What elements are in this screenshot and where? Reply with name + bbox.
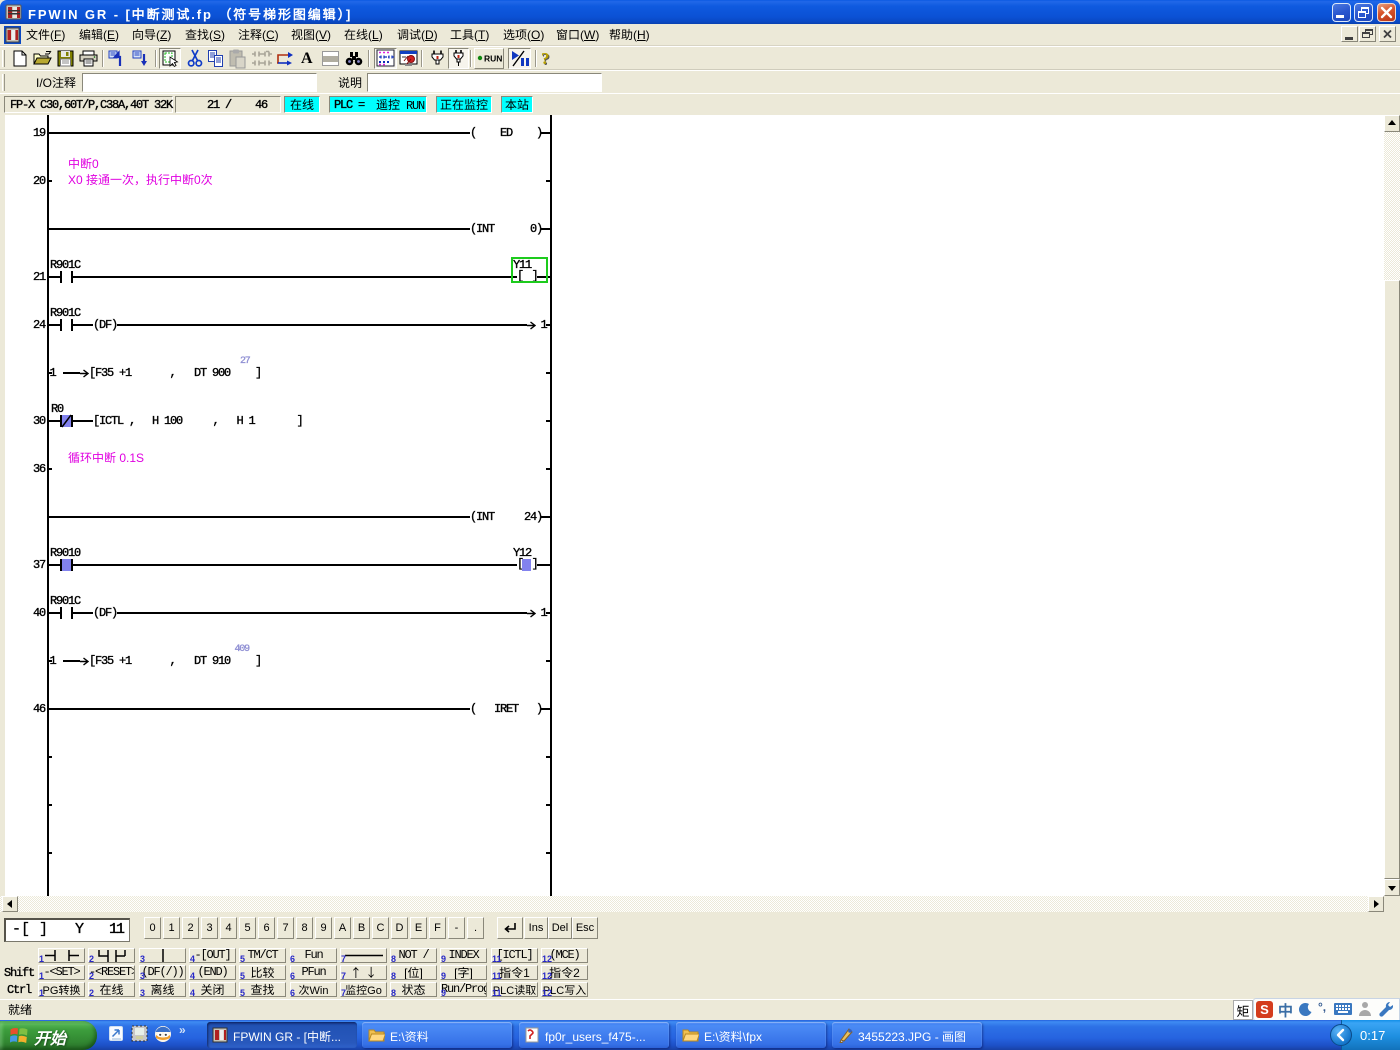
svg-text:RUN: RUN [484, 54, 502, 64]
